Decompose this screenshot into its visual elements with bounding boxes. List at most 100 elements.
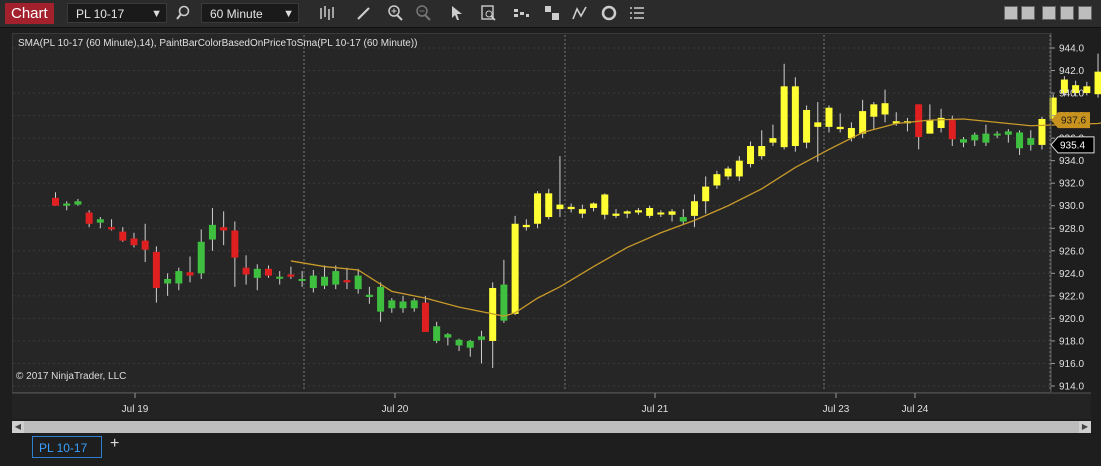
candle-body (276, 276, 284, 279)
candle-body (253, 268, 261, 278)
candle-body (634, 210, 642, 213)
candle-body (679, 217, 687, 222)
candle-body (455, 339, 463, 346)
candle-body (1083, 86, 1091, 94)
candle-body (287, 274, 295, 277)
copyright-text: © 2017 NinjaTrader, LLC (16, 371, 127, 382)
candle-body (354, 275, 362, 290)
candle-body (522, 224, 530, 228)
candle-body (646, 207, 654, 216)
candle-body (208, 224, 216, 240)
candle-body (388, 300, 396, 309)
horizontal-scrollbar[interactable]: ◀ ▶ (12, 421, 1091, 433)
candle-body (601, 194, 609, 215)
candle-body (175, 271, 183, 284)
candle-body (590, 203, 598, 208)
price-tick-label: 920.0 (1059, 314, 1084, 325)
candle-body (948, 120, 956, 140)
candle-body (242, 267, 250, 275)
time-tick-label: Jul 21 (642, 404, 669, 415)
price-tick-label: 932.0 (1059, 179, 1084, 190)
time-tick-label: Jul 19 (122, 404, 149, 415)
candle-body (971, 134, 979, 141)
candle-body (444, 334, 452, 338)
price-tick-label: 934.0 (1059, 156, 1084, 167)
sma-line (290, 118, 1101, 317)
candle-body (231, 230, 239, 258)
candle-body (758, 146, 766, 157)
time-axis (12, 393, 1091, 419)
candle-body (690, 201, 698, 216)
candle-body (421, 302, 429, 332)
instrument-tab[interactable]: PL 10-17 (32, 436, 102, 458)
candle-body (52, 197, 59, 206)
candle-body (63, 203, 71, 206)
scroll-left-icon[interactable]: ◀ (12, 421, 24, 433)
price-tick-label: 916.0 (1059, 359, 1084, 370)
candle-body (836, 126, 844, 130)
candle-body (119, 231, 127, 241)
candle-body (511, 223, 519, 314)
candle-body (399, 301, 407, 309)
candle-body (791, 86, 799, 147)
candle-body (556, 204, 564, 210)
sma-value-text: 937.6 (1061, 116, 1086, 127)
candle-body (612, 213, 620, 216)
price-tick-label: 914.0 (1059, 382, 1084, 393)
time-tick-label: Jul 23 (823, 404, 850, 415)
candle-body (220, 227, 228, 231)
time-tick-label: Jul 20 (382, 404, 409, 415)
candle-body (702, 186, 710, 202)
price-tick-label: 926.0 (1059, 246, 1084, 257)
candle-body (1027, 138, 1035, 145)
candle-body (724, 168, 732, 177)
candle-body (881, 103, 889, 115)
last-price-text: 935.4 (1060, 140, 1085, 151)
candle-body (433, 326, 441, 341)
candle-body (377, 286, 385, 312)
candle-body (623, 211, 631, 214)
candle-body (926, 120, 934, 134)
candle-body (74, 201, 82, 205)
candle-body (534, 193, 542, 224)
price-tick-label: 924.0 (1059, 269, 1084, 280)
price-tick-label: 940.0 (1059, 89, 1084, 100)
candle-body (825, 107, 833, 127)
candle-body (85, 212, 93, 224)
candle-body (545, 193, 553, 217)
candle-body (713, 174, 721, 186)
add-tab-icon[interactable]: + (110, 435, 119, 453)
candle-body (735, 160, 743, 177)
candle-body (747, 146, 755, 165)
candle-body (141, 240, 149, 250)
indicator-label: SMA(PL 10-17 (60 Minute),14), PaintBarCo… (18, 38, 418, 49)
candle-body (309, 275, 317, 288)
candle-body (466, 340, 474, 348)
candle-body (477, 336, 485, 340)
price-chart: 944.0942.0940.0938.0936.0934.0932.0930.0… (12, 33, 1101, 419)
instrument-tab-bar: PL 10-17 + (0, 433, 1101, 466)
candle-body (1094, 71, 1101, 95)
candle-body (993, 133, 1001, 136)
price-tick-label: 918.0 (1059, 336, 1084, 347)
candle-body (657, 212, 665, 215)
candle-body (803, 109, 811, 143)
candle-body (578, 209, 586, 214)
candle-body (130, 238, 138, 246)
candle-body (859, 111, 867, 134)
candle-body (1016, 132, 1024, 149)
price-tick-label: 928.0 (1059, 224, 1084, 235)
candle-body (982, 133, 990, 143)
price-tick-label: 944.0 (1059, 44, 1084, 55)
scroll-right-icon[interactable]: ▶ (1079, 421, 1091, 433)
price-tick-label: 922.0 (1059, 291, 1084, 302)
candle-body (332, 271, 340, 285)
candle-body (365, 294, 373, 297)
candle-body (96, 219, 104, 223)
candle-body (321, 276, 329, 286)
candle-body (197, 241, 205, 274)
candle-body (668, 211, 676, 215)
candle-body (1004, 131, 1012, 135)
candle-body (1038, 118, 1046, 145)
candle-body (567, 206, 575, 210)
